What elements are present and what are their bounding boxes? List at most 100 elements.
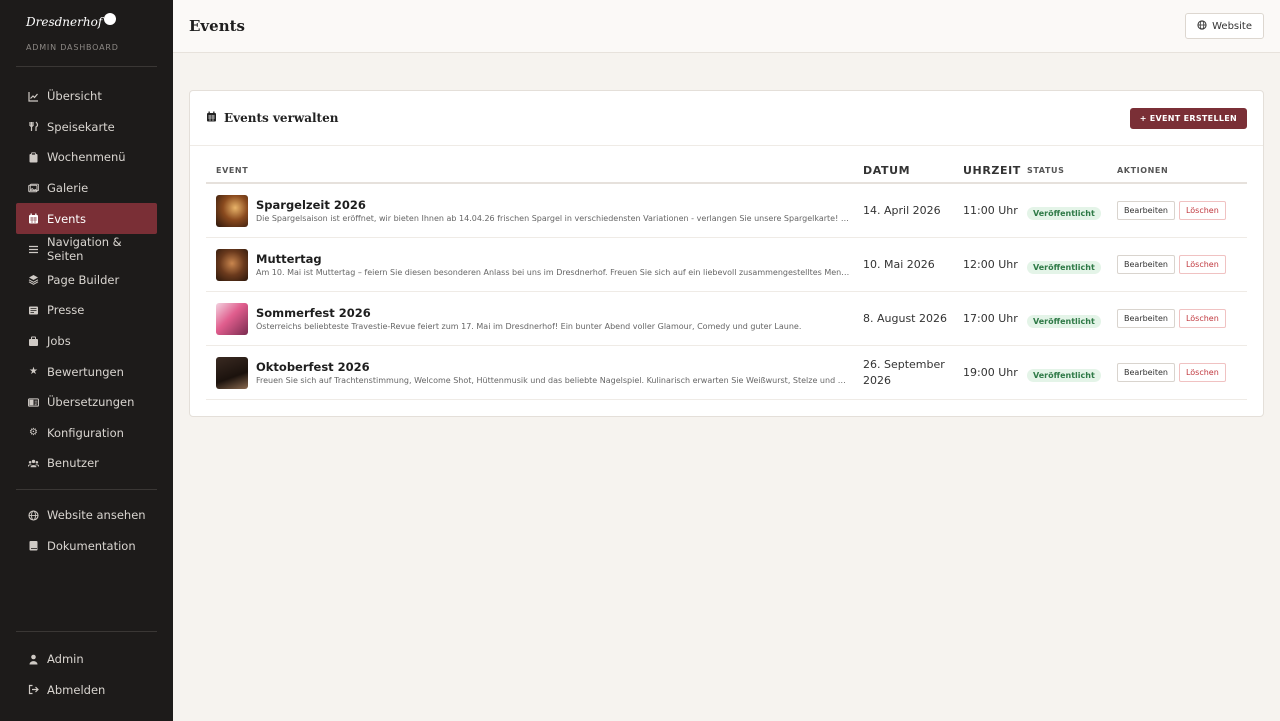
skull-icon [104, 13, 117, 25]
delete-button[interactable]: Löschen [1178, 363, 1226, 382]
sidebar-item-navigation[interactable]: Navigation & Seiten [16, 234, 157, 265]
sidebar-item-presse[interactable]: Presse [16, 295, 157, 326]
event-title: Sommerfest 2026 [256, 306, 371, 320]
event-title: Oktoberfest 2026 [256, 360, 370, 374]
create-event-button[interactable]: + EVENT ERSTELLEN [1129, 107, 1247, 129]
edit-button[interactable]: Bearbeiten [1117, 363, 1175, 382]
images-icon [28, 183, 39, 194]
gear-icon: ⚙ [29, 427, 38, 439]
brand-logo: Dresdnerhof [26, 13, 157, 41]
sidebar-item-benutzer[interactable]: Benutzer [16, 448, 157, 479]
sidebar-item-label: Übersetzungen [47, 395, 135, 410]
event-cell: Sommerfest 2026 Österreichs beliebteste … [206, 302, 863, 335]
delete-button[interactable]: Löschen [1178, 309, 1226, 328]
column-header-status: STATUS [1027, 166, 1065, 175]
sidebar-item-label: Speisekarte [47, 119, 115, 134]
column-header-date: DATUM [863, 163, 911, 177]
sidebar-item-label: Dokumentation [47, 538, 136, 553]
sidebar-item-events[interactable]: Events [16, 203, 157, 234]
calendar-icon [206, 111, 217, 125]
sidebar-item-abmelden[interactable]: Abmelden [16, 674, 157, 705]
table-row: Sommerfest 2026 Österreichs beliebteste … [206, 292, 1247, 346]
sidebar-item-wochenmenue[interactable]: Wochenmenü [16, 142, 157, 173]
event-title: Muttertag [256, 252, 322, 266]
event-description: Österreichs beliebteste Travestie-Revue … [256, 322, 802, 331]
card-title-text: Events verwalten [224, 111, 339, 125]
event-thumbnail [216, 356, 248, 389]
bars-icon [28, 244, 39, 255]
sidebar-item-label: Presse [47, 303, 85, 318]
delete-button[interactable]: Löschen [1178, 255, 1226, 274]
language-icon [28, 397, 39, 408]
sidebar-item-label: Events [47, 211, 86, 226]
globe-icon [28, 509, 39, 521]
sidebar-item-label: Page Builder [47, 272, 120, 287]
sidebar-item-jobs[interactable]: Jobs [16, 326, 157, 357]
status-badge: Veröffentlicht [1027, 369, 1101, 382]
logout-icon [28, 684, 39, 695]
sidebar-item-speisekarte[interactable]: Speisekarte [16, 112, 157, 143]
event-title: Spargelzeit 2026 [256, 198, 366, 212]
sidebar-item-website-ansehen[interactable]: Website ansehen [16, 500, 157, 531]
website-button-label: Website [1212, 20, 1252, 32]
event-thumbnail [216, 248, 248, 281]
event-time: 12:00 Uhr [963, 257, 1018, 271]
users-icon [28, 458, 39, 469]
event-thumbnail [216, 302, 248, 335]
event-description: Die Spargelsaison ist eröffnet, wir biet… [256, 214, 850, 223]
globe-icon [1197, 19, 1207, 33]
column-header-time: UHRZEIT [963, 163, 1021, 177]
briefcase-icon [28, 336, 39, 347]
sidebar-item-label: Übersicht [47, 89, 102, 104]
website-button[interactable]: Website [1185, 13, 1264, 39]
event-cell: Oktoberfest 2026 Freuen Sie sich auf Tra… [206, 356, 863, 389]
sidebar-divider [16, 488, 157, 490]
sidebar-bottom: Admin Abmelden [0, 621, 173, 721]
user-icon [28, 654, 39, 665]
sidebar-item-konfiguration[interactable]: ⚙ Konfiguration [16, 418, 157, 449]
event-date: 14. April 2026 [863, 203, 941, 217]
sidebar-item-label: Wochenmenü [47, 150, 126, 165]
event-date: 8. August 2026 [863, 311, 947, 325]
sidebar-item-label: Navigation & Seiten [47, 235, 122, 264]
sidebar-item-label: Admin [47, 652, 84, 667]
delete-button[interactable]: Löschen [1178, 201, 1226, 220]
status-badge: Veröffentlicht [1027, 315, 1101, 328]
table-row: Spargelzeit 2026 Die Spargelsaison ist e… [206, 184, 1247, 238]
sidebar: Dresdnerhof ADMIN DASHBOARD Übersicht Sp… [0, 0, 173, 721]
layers-icon [28, 274, 39, 286]
sidebar-item-label: Website ansehen [47, 508, 146, 523]
events-card: Events verwalten + EVENT ERSTELLEN EVENT… [189, 90, 1264, 417]
event-cell: Spargelzeit 2026 Die Spargelsaison ist e… [206, 194, 863, 227]
chart-line-icon [28, 91, 39, 102]
sidebar-item-page-builder[interactable]: Page Builder [16, 265, 157, 296]
events-table: EVENT DATUM UHRZEIT STATUS AKTIONEN Spar… [206, 159, 1247, 400]
card-title: Events verwalten [206, 111, 338, 125]
calendar-icon [28, 213, 39, 224]
main-content: Events Website Events verwalten + EVENT … [173, 0, 1280, 721]
event-cell: Muttertag Am 10. Mai ist Muttertag – fei… [206, 248, 863, 281]
sidebar-item-uebersetzungen[interactable]: Übersetzungen [16, 387, 157, 418]
edit-button[interactable]: Bearbeiten [1117, 255, 1175, 274]
event-thumbnail [216, 194, 248, 227]
sidebar-item-bewertungen[interactable]: ★ Bewertungen [16, 356, 157, 387]
sidebar-item-label: Benutzer [47, 456, 99, 471]
brand[interactable]: Dresdnerhof ADMIN DASHBOARD [16, 0, 157, 67]
brand-subtitle: ADMIN DASHBOARD [26, 43, 119, 52]
sidebar-item-uebersicht[interactable]: Übersicht [16, 81, 157, 112]
sidebar-item-admin[interactable]: Admin [16, 644, 157, 675]
event-time: 11:00 Uhr [963, 203, 1018, 217]
star-icon: ★ [29, 366, 38, 378]
sidebar-item-dokumentation[interactable]: Dokumentation [16, 530, 157, 561]
book-icon [28, 540, 39, 551]
table-row: Muttertag Am 10. Mai ist Muttertag – fei… [206, 238, 1247, 292]
sidebar-item-label: Konfiguration [47, 425, 124, 440]
sidebar-item-label: Bewertungen [47, 364, 124, 379]
sidebar-item-label: Jobs [47, 334, 71, 349]
edit-button[interactable]: Bearbeiten [1117, 309, 1175, 328]
sidebar-item-galerie[interactable]: Galerie [16, 173, 157, 204]
event-date: 10. Mai 2026 [863, 257, 935, 271]
event-date: 26. September 2026 [863, 357, 945, 387]
page-title: Events [189, 17, 245, 35]
edit-button[interactable]: Bearbeiten [1117, 201, 1175, 220]
